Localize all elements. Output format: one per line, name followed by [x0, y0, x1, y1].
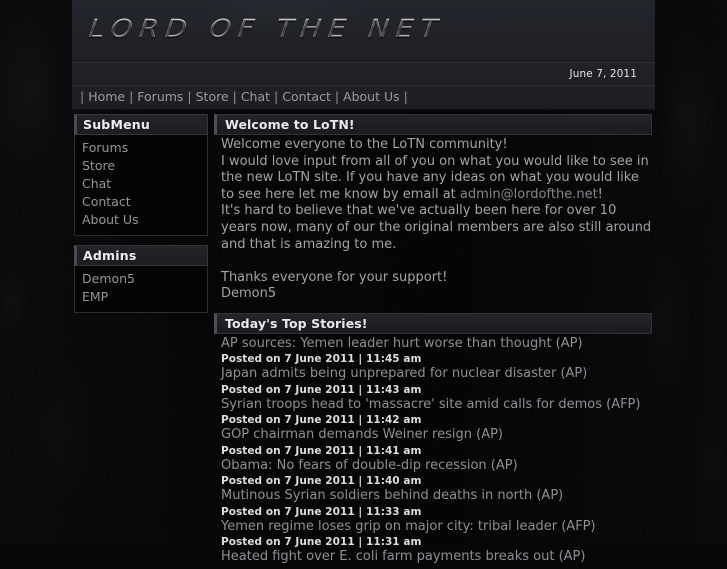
sidebar: SubMenu Forums Store Chat Contact About …: [74, 114, 208, 569]
main-content: Welcome to LoTN! Welcome everyone to the…: [214, 114, 655, 569]
submenu-panel-title: SubMenu: [74, 114, 208, 135]
story-headline[interactable]: AP sources: Yemen leader hurt worse than…: [221, 336, 652, 353]
admins-panel-body: Demon5 EMP: [74, 266, 208, 313]
nav-separator: |: [331, 91, 343, 104]
sidebar-item-contact[interactable]: Contact: [75, 193, 207, 211]
story-headline[interactable]: Mutinous Syrian soldiers behind deaths i…: [221, 488, 652, 505]
nav-separator: |: [229, 91, 241, 104]
nav-separator: |: [183, 91, 195, 104]
nav-separator-lead: |: [80, 91, 88, 104]
story-meta: Posted on 7 June 2011 | 11:42 am: [221, 413, 652, 427]
story-headline[interactable]: Heated fight over E. coli farm payments …: [221, 549, 652, 566]
nav-item-forums[interactable]: Forums: [137, 91, 183, 104]
welcome-line-1: Welcome everyone to the LoTN community!: [221, 137, 652, 154]
story-headline[interactable]: GOP chairman demands Weiner resign (AP): [221, 427, 652, 444]
nav-separator-trail: |: [400, 91, 408, 104]
welcome-thanks: Thanks everyone for your support!: [221, 270, 652, 287]
welcome-text-after-email: !: [598, 187, 603, 202]
story-meta: Posted on 7 June 2011 | 11:31 am: [221, 535, 652, 549]
welcome-paragraph-2: I would love input from all of you on wh…: [221, 154, 652, 204]
site-masthead: LORD OF THE NET: [72, 0, 655, 62]
admin-email-link[interactable]: admin@lordofthe.net: [460, 187, 598, 202]
sidebar-gap: [74, 236, 208, 245]
story-headline[interactable]: Syrian troops head to 'massacre' site am…: [221, 397, 652, 414]
main-navigation[interactable]: | Home | Forums | Store | Chat | Contact…: [72, 86, 655, 110]
story-headline[interactable]: Yemen regime loses grip on major city: t…: [221, 519, 652, 536]
welcome-panel-body: Welcome everyone to the LoTN community! …: [214, 135, 652, 309]
site-container: LORD OF THE NET June 7, 2011 | Home | Fo…: [72, 0, 655, 545]
date-bar: June 7, 2011: [72, 62, 655, 86]
top-stories-list: AP sources: Yemen leader hurt worse than…: [214, 334, 652, 566]
story-meta: Posted on 7 June 2011 | 11:41 am: [221, 444, 652, 458]
nav-item-chat[interactable]: Chat: [241, 91, 270, 104]
admins-panel-title: Admins: [74, 245, 208, 266]
welcome-panel-title: Welcome to LoTN!: [214, 114, 652, 135]
welcome-signature: Demon5: [221, 286, 652, 303]
sidebar-item-store[interactable]: Store: [75, 157, 207, 175]
nav-item-about-us[interactable]: About Us: [343, 91, 400, 104]
top-stories-section: Today's Top Stories! AP sources: Yemen l…: [214, 313, 652, 566]
nav-item-contact[interactable]: Contact: [282, 91, 331, 104]
nav-separator: |: [125, 91, 137, 104]
welcome-paragraph-3: It's hard to believe that we've actually…: [221, 203, 652, 253]
story-headline[interactable]: Obama: No fears of double-dip recession …: [221, 458, 652, 475]
sidebar-item-chat[interactable]: Chat: [75, 175, 207, 193]
nav-item-home[interactable]: Home: [88, 91, 125, 104]
story-meta: Posted on 7 June 2011 | 11:45 am: [221, 352, 652, 366]
story-meta: Posted on 7 June 2011 | 11:33 am: [221, 505, 652, 519]
welcome-spacer: [221, 253, 652, 270]
page-columns: SubMenu Forums Store Chat Contact About …: [72, 110, 655, 569]
sidebar-item-about-us[interactable]: About Us: [75, 211, 207, 229]
sidebar-item-forums[interactable]: Forums: [75, 139, 207, 157]
story-meta: Posted on 7 June 2011 | 11:40 am: [221, 474, 652, 488]
current-date: June 7, 2011: [570, 68, 637, 80]
story-meta: Posted on 7 June 2011 | 11:43 am: [221, 383, 652, 397]
story-headline[interactable]: Japan admits being unprepared for nuclea…: [221, 366, 652, 383]
admin-item-demon5[interactable]: Demon5: [75, 270, 207, 288]
submenu-panel-body: Forums Store Chat Contact About Us: [74, 135, 208, 236]
site-logo: LORD OF THE NET: [87, 14, 445, 43]
nav-item-store[interactable]: Store: [196, 91, 229, 104]
nav-separator: |: [270, 91, 282, 104]
admin-item-emp[interactable]: EMP: [75, 288, 207, 306]
top-stories-title: Today's Top Stories!: [214, 313, 652, 334]
